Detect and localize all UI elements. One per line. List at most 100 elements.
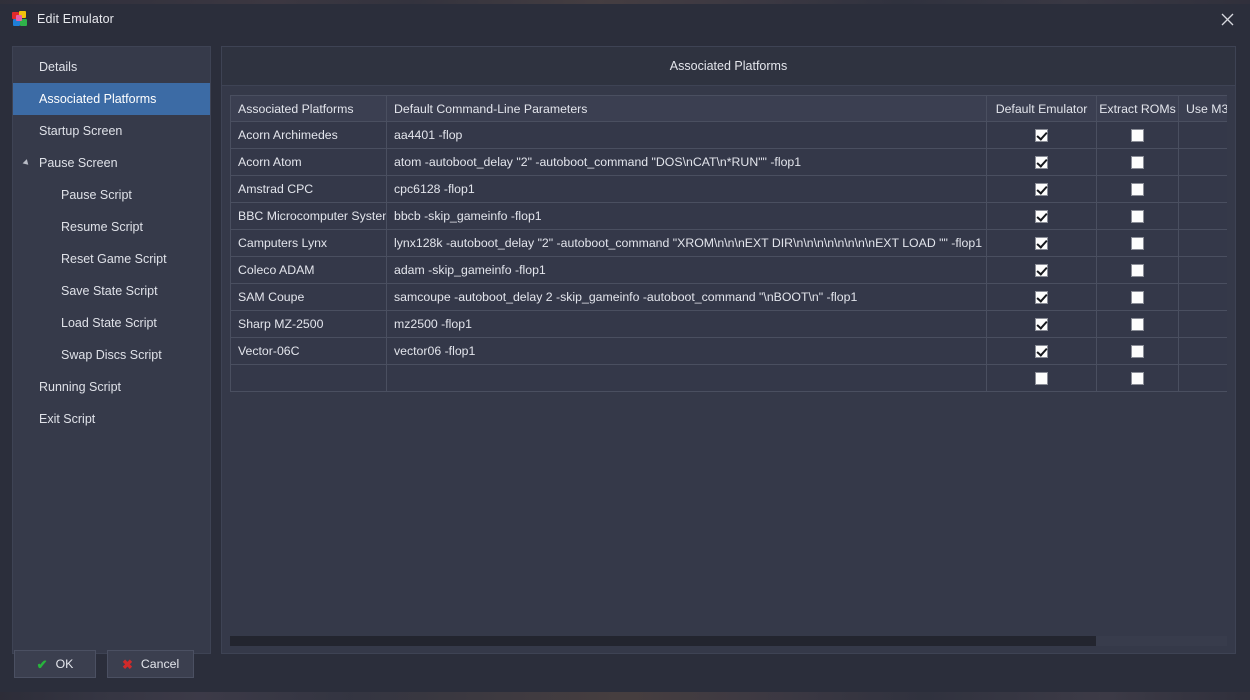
checked-checkbox-icon[interactable] [1035, 210, 1048, 224]
cell-platform[interactable]: Sharp MZ-2500 [230, 310, 387, 338]
cell-extract-roms[interactable] [1096, 121, 1179, 149]
unchecked-checkbox-icon[interactable] [1131, 129, 1144, 143]
cell-extract-roms[interactable] [1096, 256, 1179, 284]
cell-use-m3[interactable] [1178, 202, 1227, 230]
cell-params[interactable]: lynx128k -autoboot_delay "2" -autoboot_c… [386, 229, 987, 257]
cell-platform[interactable]: Vector-06C [230, 337, 387, 365]
cell-params[interactable]: bbcb -skip_gameinfo -flop1 [386, 202, 987, 230]
sidebar-item-pause-script[interactable]: Pause Script [13, 179, 210, 211]
cell-params[interactable]: vector06 -flop1 [386, 337, 987, 365]
unchecked-checkbox-icon[interactable] [1131, 183, 1144, 197]
sidebar-item-running-script[interactable]: Running Script [13, 371, 210, 403]
sidebar-item-reset-game-script[interactable]: Reset Game Script [13, 243, 210, 275]
cell-default-emulator[interactable] [986, 337, 1097, 365]
cell-params[interactable]: samcoupe -autoboot_delay 2 -skip_gameinf… [386, 283, 987, 311]
unchecked-checkbox-icon[interactable] [1035, 372, 1048, 386]
checked-checkbox-icon[interactable] [1035, 318, 1048, 332]
cell-use-m3[interactable] [1178, 364, 1227, 392]
cell-params[interactable]: adam -skip_gameinfo -flop1 [386, 256, 987, 284]
sidebar-item-load-state-script[interactable]: Load State Script [13, 307, 210, 339]
unchecked-checkbox-icon[interactable] [1131, 372, 1144, 386]
cell-default-emulator[interactable] [986, 202, 1097, 230]
cell-params[interactable]: mz2500 -flop1 [386, 310, 987, 338]
cell-use-m3[interactable] [1178, 337, 1227, 365]
cell-default-emulator[interactable] [986, 283, 1097, 311]
unchecked-checkbox-icon[interactable] [1131, 291, 1144, 305]
cell-default-emulator[interactable] [986, 175, 1097, 203]
sidebar-item-associated-platforms[interactable]: Associated Platforms [13, 83, 210, 115]
cell-platform[interactable]: BBC Microcomputer System [230, 202, 387, 230]
cell-params[interactable] [386, 364, 987, 392]
cell-use-m3[interactable] [1178, 283, 1227, 311]
table-row[interactable]: Amstrad CPC cpc6128 -flop1 [230, 175, 1227, 203]
cell-platform[interactable] [230, 364, 387, 392]
checked-checkbox-icon[interactable] [1035, 291, 1048, 305]
cell-params[interactable]: atom -autoboot_delay "2" -autoboot_comma… [386, 148, 987, 176]
unchecked-checkbox-icon[interactable] [1131, 264, 1144, 278]
cell-extract-roms[interactable] [1096, 310, 1179, 338]
cell-use-m3[interactable] [1178, 310, 1227, 338]
sidebar-item-details[interactable]: Details [13, 51, 210, 83]
platforms-grid[interactable]: Associated Platforms Default Command-Line… [230, 95, 1227, 392]
cell-default-emulator[interactable] [986, 229, 1097, 257]
table-row[interactable]: BBC Microcomputer System bbcb -skip_gamei… [230, 202, 1227, 230]
table-row[interactable]: Camputers Lynx lynx128k -autoboot_delay "… [230, 229, 1227, 257]
sidebar-item-save-state-script[interactable]: Save State Script [13, 275, 210, 307]
unchecked-checkbox-icon[interactable] [1131, 318, 1144, 332]
checked-checkbox-icon[interactable] [1035, 156, 1048, 170]
sidebar-item-pause-screen[interactable]: Pause Screen [13, 147, 210, 179]
checked-checkbox-icon[interactable] [1035, 129, 1048, 143]
table-row[interactable]: Acorn Atom atom -autoboot_delay "2" -auto… [230, 148, 1227, 176]
cell-extract-roms[interactable] [1096, 148, 1179, 176]
cell-default-emulator[interactable] [986, 310, 1097, 338]
cell-use-m3[interactable] [1178, 229, 1227, 257]
cell-params[interactable]: aa4401 -flop [386, 121, 987, 149]
cell-platform[interactable]: Acorn Archimedes [230, 121, 387, 149]
cell-platform[interactable]: Coleco ADAM [230, 256, 387, 284]
checked-checkbox-icon[interactable] [1035, 183, 1048, 197]
column-header-use-m3[interactable]: Use M3 [1178, 95, 1227, 122]
table-row[interactable] [230, 364, 1227, 392]
cell-use-m3[interactable] [1178, 175, 1227, 203]
cell-params[interactable]: cpc6128 -flop1 [386, 175, 987, 203]
unchecked-checkbox-icon[interactable] [1131, 156, 1144, 170]
cell-default-emulator[interactable] [986, 256, 1097, 284]
cell-default-emulator[interactable] [986, 148, 1097, 176]
cell-extract-roms[interactable] [1096, 175, 1179, 203]
cell-default-emulator[interactable] [986, 121, 1097, 149]
checked-checkbox-icon[interactable] [1035, 345, 1048, 359]
cell-platform[interactable]: Amstrad CPC [230, 175, 387, 203]
horizontal-scrollbar[interactable] [230, 636, 1227, 646]
checked-checkbox-icon[interactable] [1035, 264, 1048, 278]
cell-use-m3[interactable] [1178, 121, 1227, 149]
cell-platform[interactable]: Acorn Atom [230, 148, 387, 176]
table-row[interactable]: Vector-06C vector06 -flop1 [230, 337, 1227, 365]
table-row[interactable]: Coleco ADAM adam -skip_gameinfo -flop1 [230, 256, 1227, 284]
cell-extract-roms[interactable] [1096, 364, 1179, 392]
unchecked-checkbox-icon[interactable] [1131, 345, 1144, 359]
cell-extract-roms[interactable] [1096, 283, 1179, 311]
cell-platform[interactable]: SAM Coupe [230, 283, 387, 311]
cell-default-emulator[interactable] [986, 364, 1097, 392]
column-header-extract-roms[interactable]: Extract ROMs [1096, 95, 1179, 122]
unchecked-checkbox-icon[interactable] [1131, 237, 1144, 251]
cell-extract-roms[interactable] [1096, 229, 1179, 257]
column-header-params[interactable]: Default Command-Line Parameters [386, 95, 987, 122]
table-row[interactable]: Sharp MZ-2500 mz2500 -flop1 [230, 310, 1227, 338]
cell-extract-roms[interactable] [1096, 337, 1179, 365]
unchecked-checkbox-icon[interactable] [1131, 210, 1144, 224]
column-header-platform[interactable]: Associated Platforms [230, 95, 387, 122]
cell-use-m3[interactable] [1178, 148, 1227, 176]
cell-extract-roms[interactable] [1096, 202, 1179, 230]
sidebar-item-startup-screen[interactable]: Startup Screen [13, 115, 210, 147]
sidebar-item-swap-discs-script[interactable]: Swap Discs Script [13, 339, 210, 371]
scrollbar-thumb[interactable] [230, 636, 1096, 646]
column-header-default-emulator[interactable]: Default Emulator [986, 95, 1097, 122]
cell-platform[interactable]: Camputers Lynx [230, 229, 387, 257]
close-icon[interactable] [1204, 4, 1250, 34]
ok-button[interactable]: ✔ OK [14, 650, 96, 678]
table-row[interactable]: SAM Coupe samcoupe -autoboot_delay 2 -ski… [230, 283, 1227, 311]
sidebar-item-resume-script[interactable]: Resume Script [13, 211, 210, 243]
checked-checkbox-icon[interactable] [1035, 237, 1048, 251]
cell-use-m3[interactable] [1178, 256, 1227, 284]
